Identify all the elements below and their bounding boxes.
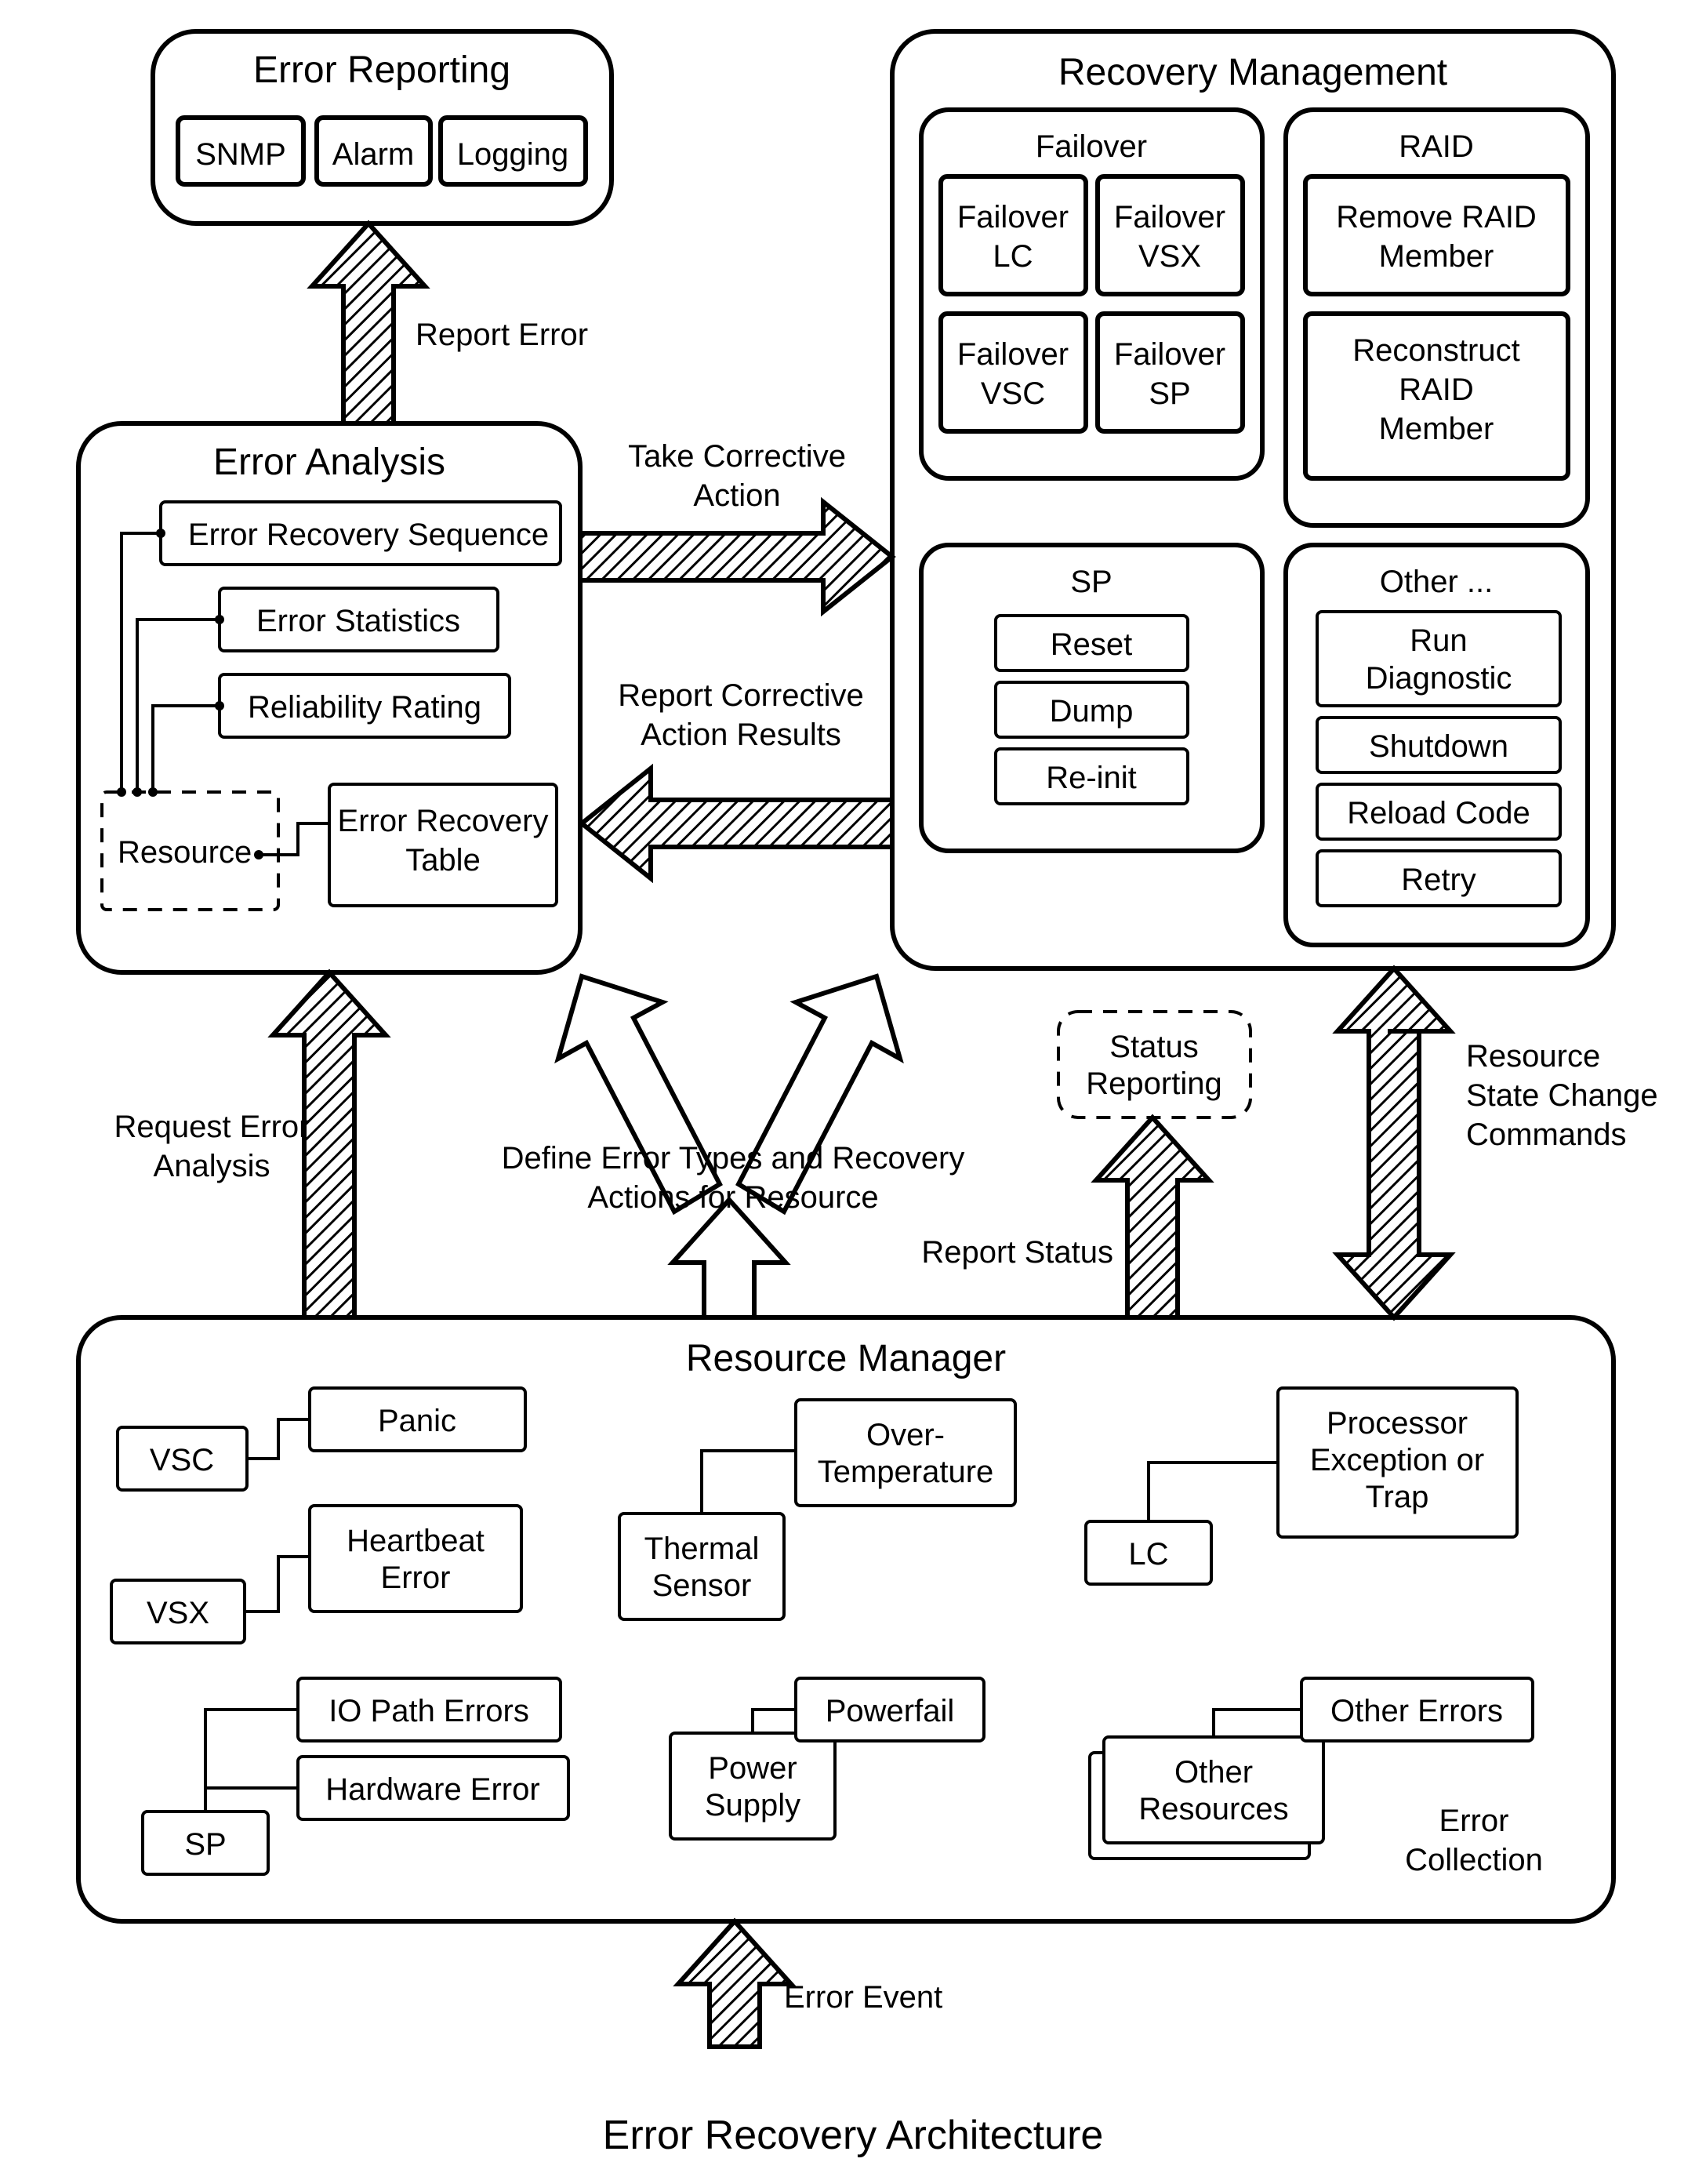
report-status-arrow [1096,1117,1209,1317]
error-event-label: Error Event [784,1980,942,2015]
raid-box: RAID Remove RAIDMember ReconstructRAIDMe… [1286,110,1588,525]
report-results-arrow: Report CorrectiveAction Results [582,678,892,878]
report-error-label: Report Error [416,318,588,352]
logging-label: Logging [457,137,568,172]
hw-err-label: Hardware Error [325,1772,539,1807]
recovery-mgmt-title: Recovery Management [1058,52,1447,93]
other-title: Other ... [1380,565,1494,599]
sp-title: SP [1070,565,1112,599]
other-res-box [1104,1737,1323,1843]
heartbeat-box [310,1506,521,1612]
thermal-box [619,1514,784,1619]
status-reporting-group: StatusReporting Report Status [921,1012,1250,1317]
failover-vsc [941,314,1086,431]
state-change-label: ResourceState ChangeCommands [1466,1039,1658,1152]
reload-label: Reload Code [1347,796,1530,830]
vsx-label: VSX [147,1596,209,1630]
resource-manager-title: Resource Manager [686,1338,1006,1379]
error-reporting-title: Error Reporting [253,49,510,91]
status-reporting-box [1058,1012,1250,1117]
resource-label: Resource [118,835,252,870]
lc-label: LC [1128,1537,1168,1572]
powerfail-label: Powerfail [826,1694,955,1728]
retry-label: Retry [1401,863,1476,897]
io-path-label: IO Path Errors [328,1694,529,1728]
error-reporting-box: Error Reporting SNMP Alarm Logging [153,31,612,223]
raid-title: RAID [1399,129,1474,164]
sp-box: SP Reset Dump Re-init [921,545,1262,851]
report-results-label: Report CorrectiveAction Results [618,678,863,752]
report-status-label: Report Status [921,1235,1113,1270]
error-analysis-box: Error Analysis Error Recovery Sequence E… [78,423,580,972]
diagram-caption: Error Recovery Architecture [603,2113,1104,2158]
resource-manager-box: Resource Manager VSC Panic VSX Heartbeat… [78,1317,1613,1921]
recovery-mgmt-box: Recovery Management Failover FailoverLC … [892,31,1613,968]
state-change-arrow: ResourceState ChangeCommands [1338,968,1658,1317]
failover-sp [1098,314,1243,431]
reinit-label: Re-init [1046,761,1137,795]
request-analysis-label: Request ErrorAnalysis [114,1110,310,1183]
dump-label: Dump [1050,694,1134,729]
shutdown-label: Shutdown [1369,729,1508,764]
power-supply-box [670,1733,835,1839]
take-action-arrow: Take CorrectiveAction [580,439,892,612]
err-recovery-seq-label: Error Recovery Sequence [188,518,549,552]
take-action-label: Take CorrectiveAction [628,439,846,513]
failover-box: Failover FailoverLC FailoverVSX Failover… [921,110,1262,478]
snmp-label: SNMP [195,137,286,172]
failover-lc [941,176,1086,294]
diagram-canvas: Error Reporting SNMP Alarm Logging Recov… [0,0,1706,2184]
err-statistics-label: Error Statistics [256,604,460,638]
other-err-label: Other Errors [1330,1694,1503,1728]
reliability-label: Reliability Rating [248,690,481,725]
define-types-arrow: Define Error Types and RecoveryActions f… [502,976,965,1317]
vsc-label: VSC [150,1443,214,1477]
remove-raid [1305,176,1568,294]
other-box: Other ... RunDiagnostic Shutdown Reload … [1286,545,1588,945]
panic-label: Panic [378,1404,456,1438]
request-analysis-arrow: Request ErrorAnalysis [114,972,386,1317]
overtemp-box [796,1400,1015,1506]
report-error-arrow: Report Error [312,223,588,423]
error-event-arrow: Error Event [678,1921,942,2047]
failover-vsx [1098,176,1243,294]
error-analysis-title: Error Analysis [213,442,445,483]
failover-title: Failover [1036,129,1147,164]
sp-rm-label: SP [184,1827,226,1862]
reset-label: Reset [1051,627,1133,662]
define-types-label: Define Error Types and RecoveryActions f… [502,1141,965,1215]
alarm-label: Alarm [332,137,414,172]
